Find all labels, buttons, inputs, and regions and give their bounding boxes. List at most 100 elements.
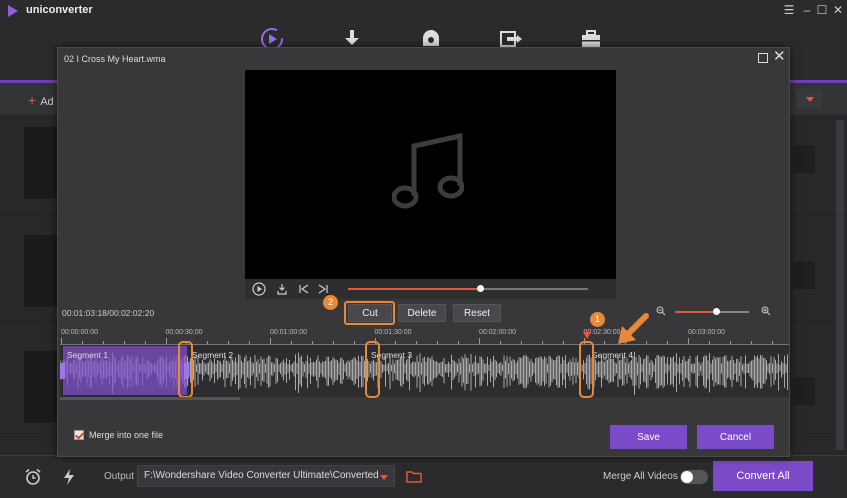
output-path-field[interactable]: F:\Wondershare Video Converter Ultimate\… [137,465,395,487]
ruler-tick-label: 00:00:00:00 [61,329,98,336]
cut-point-highlight [579,341,594,398]
zoom-slider-track[interactable] [675,308,749,315]
ruler-tick-label: 00:03:00:00 [688,329,725,336]
output-format-dropdown[interactable] [796,89,822,109]
ruler-tick-label: 00:01:30:00 [374,329,412,336]
zoom-slider-fill [675,311,716,313]
ruler-minor-tick [207,341,209,344]
ruler-minor-tick [708,341,710,344]
thumbnail [793,261,815,289]
ruler-minor-tick [771,341,773,344]
ruler-minor-tick [290,341,292,344]
trim-dialog: 02 I Cross My Heart.wma ✕ 00:01:03:18/00… [57,47,790,457]
zoom-slider-knob[interactable] [712,308,720,315]
ruler-minor-tick [604,341,606,344]
ruler-tick-label: 00:02:00:00 [479,329,516,336]
zoom-in-icon[interactable] [761,306,771,316]
skip-forward-icon[interactable] [316,282,330,296]
title-bar: uniconverter ☰ – ☐ ✕ [0,0,847,22]
segment-label: Segment 1 [67,350,109,360]
arrow-icon [618,313,649,344]
ruler-minor-tick [311,341,313,344]
playhead-marker[interactable] [583,332,591,339]
music-note-icon [392,132,464,209]
menu-icon[interactable]: ☰ [782,3,796,17]
ruler-minor-tick [416,341,418,344]
timeline-ruler[interactable]: 00:00:00:00 00:00:30:00 00:01:00:00 00:01:3… [60,327,789,345]
ruler-tick [165,338,167,344]
snapshot-icon[interactable] [275,282,289,296]
playback-progress-knob[interactable] [477,285,484,292]
ruler-minor-tick [667,341,669,344]
ruler-minor-tick [541,341,543,344]
chevron-down-icon[interactable] [380,475,388,480]
delete-button[interactable]: Delete [398,304,446,322]
ruler-minor-tick [562,341,564,344]
ruler-minor-tick [249,341,251,344]
output-label: Output [104,471,135,482]
list-scrollbar[interactable] [836,120,844,450]
ruler-minor-tick [750,341,752,344]
bottom-bar: Output F:\Wondershare Video Converter Ul… [0,455,847,498]
segment-label: Segment 4 [592,350,634,360]
merge-all-label: Merge All Videos [603,471,678,482]
ruler-tick-label: 00:00:30:00 [165,329,203,336]
cut-point-highlight [178,341,193,398]
convert-all-button[interactable]: Convert All [713,461,813,491]
skip-back-icon[interactable] [297,282,311,296]
minimize-icon[interactable]: – [800,3,814,17]
merge-label: Merge into one file [89,430,164,440]
timeline-scrollbar[interactable] [60,397,240,400]
merge-checkbox[interactable] [74,430,84,440]
ruler-minor-tick [102,341,104,344]
callout-badge: 1 [590,312,605,327]
ruler-minor-tick [144,341,146,344]
ruler-minor-tick [81,341,83,344]
play-icon[interactable] [252,282,266,296]
thumbnail [24,127,58,199]
cancel-button[interactable]: Cancel [697,425,774,449]
maximize-icon[interactable]: ☐ [815,3,829,17]
ruler-minor-tick [332,341,334,344]
time-readout: 00:01:03:18/00:02:02:20 [62,308,155,318]
thumbnail [24,235,58,307]
ruler-minor-tick [395,341,397,344]
callout-badge: 2 [323,295,338,310]
segment-start-handle[interactable] [60,363,65,379]
zoom-out-icon[interactable] [656,306,666,316]
ruler-minor-tick [353,341,355,344]
thumbnail [24,351,58,423]
waveform-track[interactable]: Segment 1 Segment 2 Segment 3 Segment 4 [60,341,789,398]
folder-icon[interactable] [406,470,422,483]
ruler-tick [270,338,271,344]
preview-area [245,70,616,279]
segment-label: Segment 2 [192,350,234,360]
thumbnail [793,145,815,173]
ruler-minor-tick [729,341,731,344]
ruler-minor-tick [123,341,125,344]
app-logo-icon [8,5,18,17]
ruler-minor-tick [458,341,460,344]
reset-button[interactable]: Reset [453,304,501,322]
thumbnail [793,377,815,405]
player-controls [245,279,616,299]
playback-progress-track[interactable] [348,285,588,292]
alarm-icon[interactable] [24,468,42,486]
lightning-icon[interactable] [62,468,76,486]
merge-all-toggle[interactable] [680,470,708,484]
cut-point-highlight [365,341,380,398]
ruler-minor-tick [228,341,230,344]
playback-progress-fill [348,288,480,290]
cut-button[interactable]: Cut [348,304,392,322]
save-button[interactable]: Save [610,425,687,449]
ruler-tick [688,338,689,344]
close-icon[interactable]: ✕ [773,49,786,65]
ruler-tick-label: 00:01:00:00 [270,329,307,336]
ruler-minor-tick [437,341,439,344]
add-files-button[interactable]: + Ad [28,92,54,108]
maximize-icon[interactable] [758,53,768,63]
ruler-tick [61,338,62,344]
ruler-minor-tick [520,341,522,344]
plus-icon: + [28,92,37,108]
close-icon[interactable]: ✕ [831,3,845,17]
